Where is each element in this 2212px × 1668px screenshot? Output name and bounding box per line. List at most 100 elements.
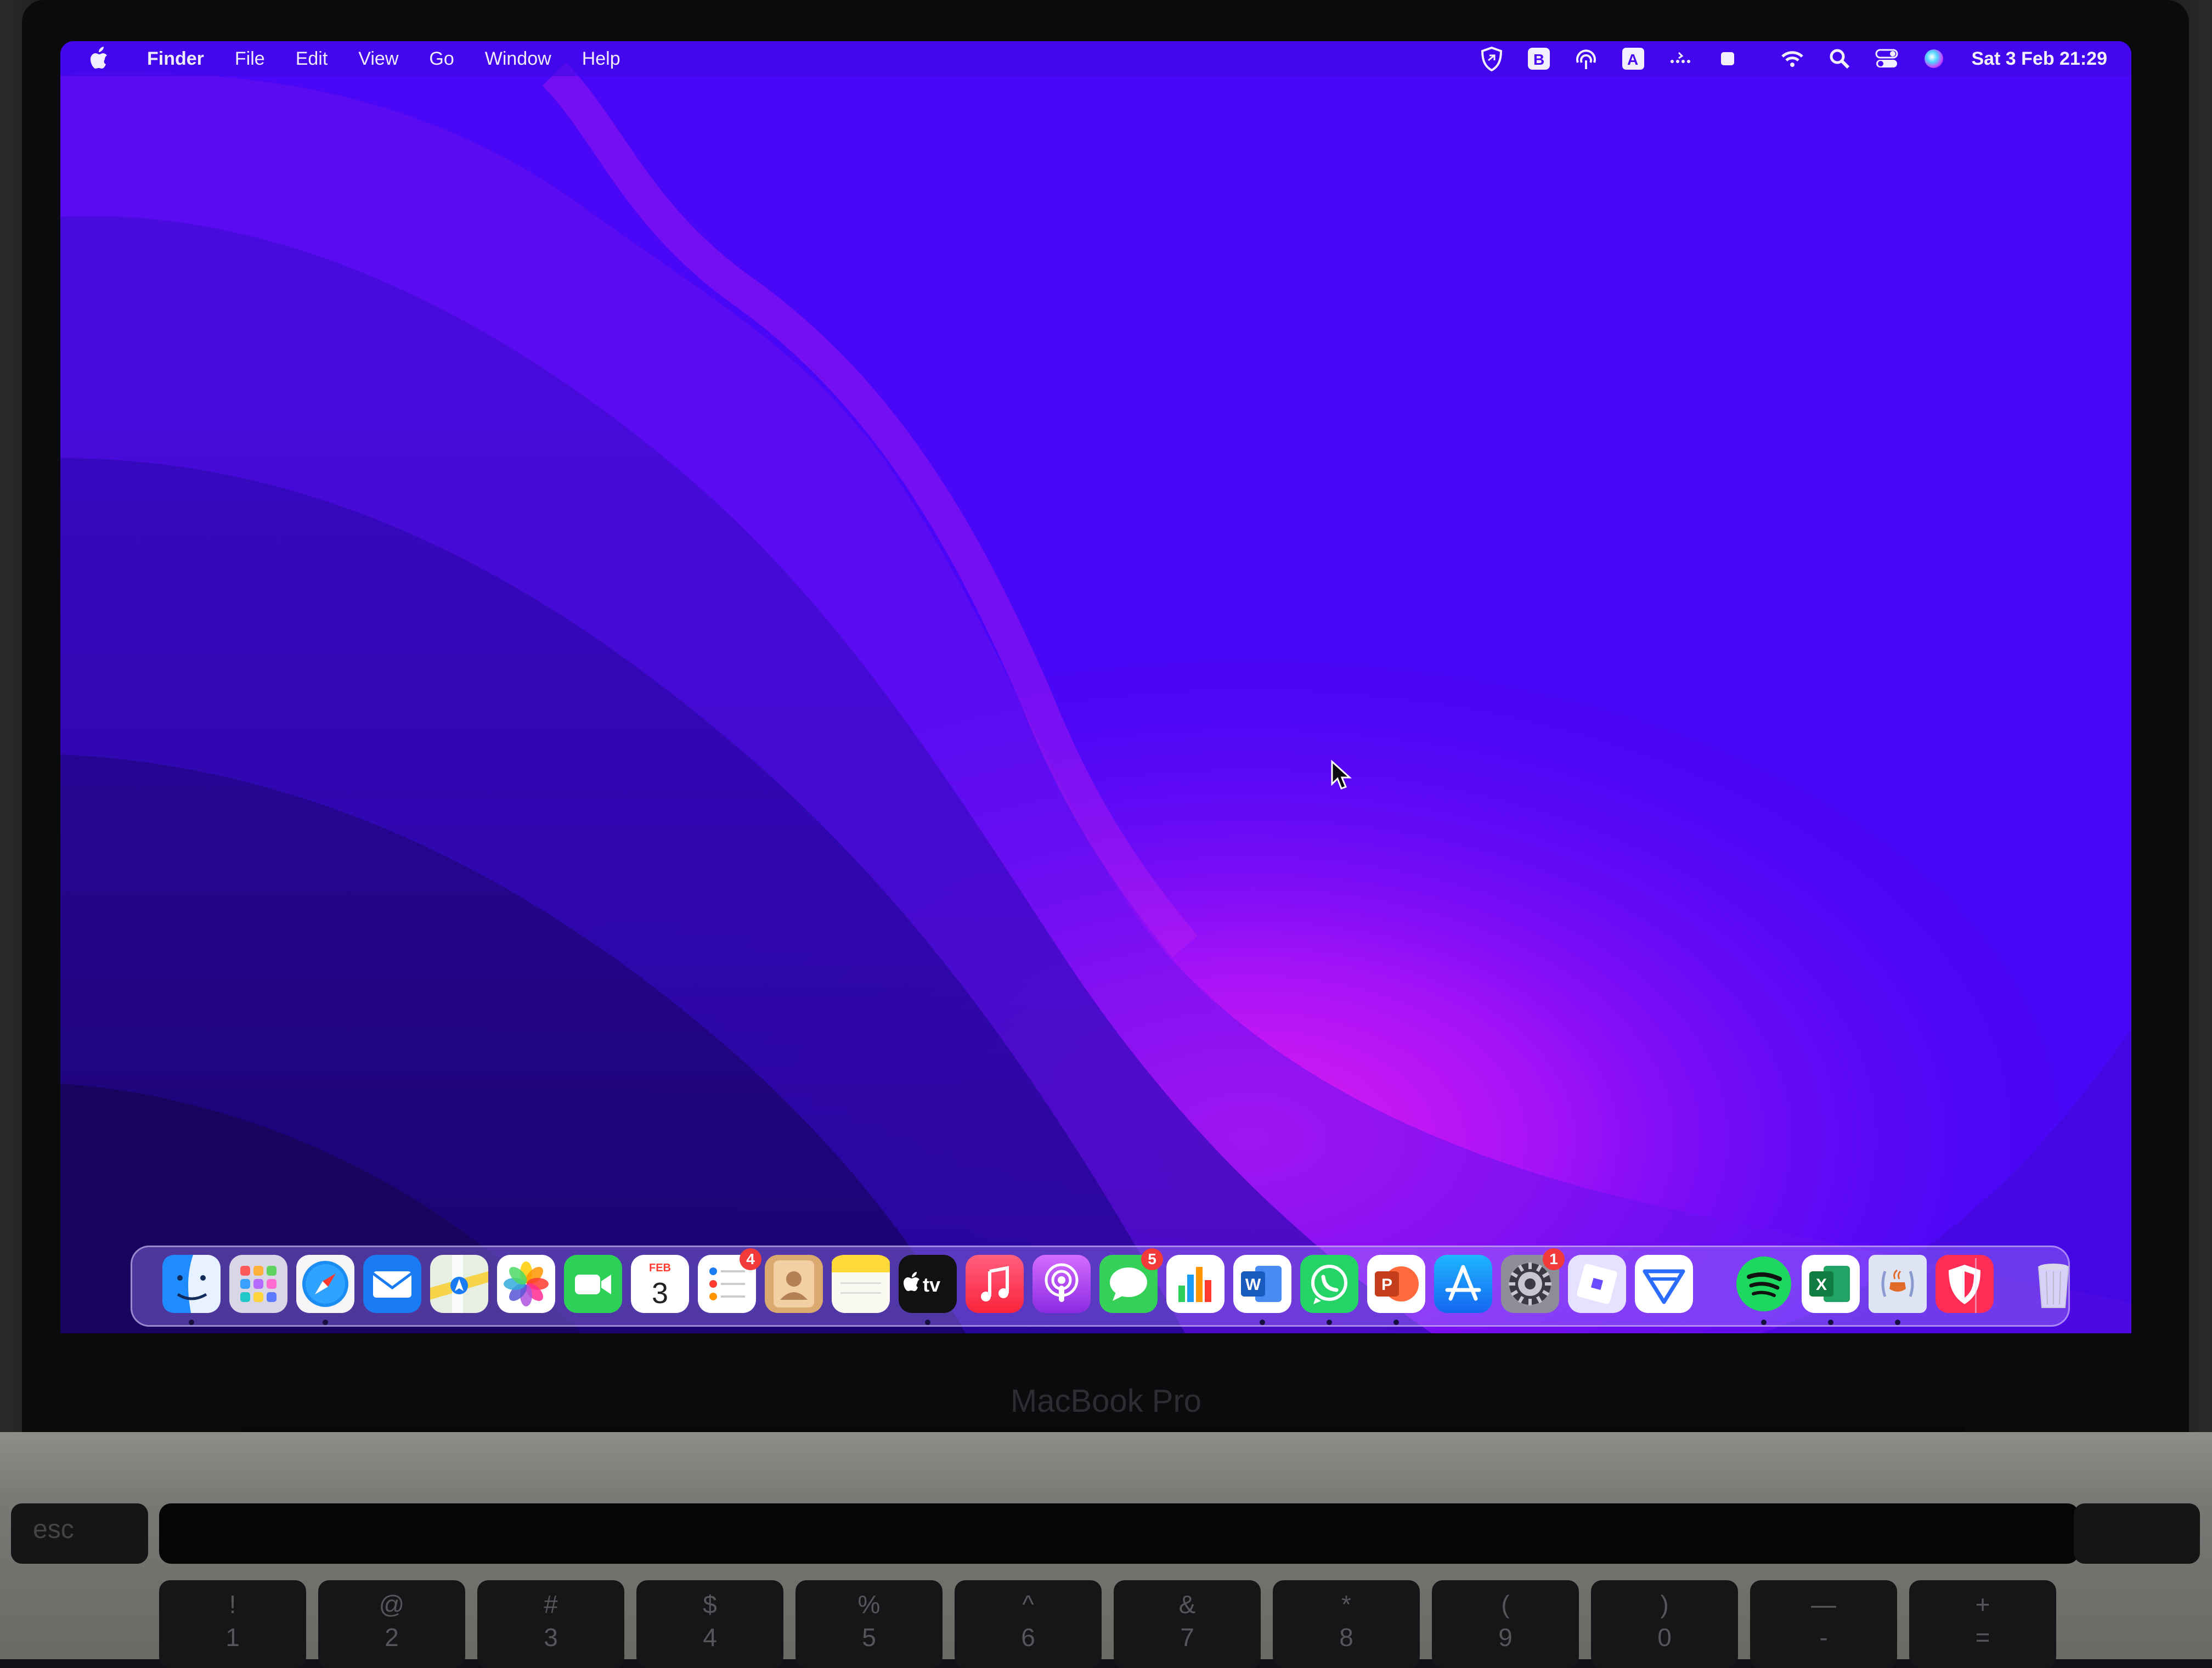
key-label: 0 xyxy=(1657,1623,1672,1652)
svg-text:FEB: FEB xyxy=(649,1262,671,1274)
key-9: (9 xyxy=(1432,1580,1579,1668)
key-label: 1 xyxy=(225,1623,240,1652)
esc-key: esc xyxy=(11,1503,148,1564)
notification-badge: 1 xyxy=(1543,1248,1565,1270)
bitwarden-icon[interactable]: B xyxy=(1526,46,1552,72)
running-indicator xyxy=(189,1320,194,1325)
notification-badge: 5 xyxy=(1141,1248,1163,1270)
wifi-icon[interactable] xyxy=(1779,46,1805,72)
siri-icon[interactable] xyxy=(1921,46,1947,72)
running-indicator xyxy=(1761,1320,1767,1325)
menu-edit[interactable]: Edit xyxy=(296,48,328,70)
word-icon[interactable]: W xyxy=(1233,1255,1291,1313)
bezel-label: MacBook Pro xyxy=(1010,1383,1202,1419)
key-3: #3 xyxy=(477,1580,624,1668)
music-icon[interactable] xyxy=(966,1255,1024,1313)
key-4: $4 xyxy=(636,1580,783,1668)
touch-id-key xyxy=(2074,1503,2200,1564)
facetime-icon[interactable] xyxy=(564,1255,622,1313)
podcasts-icon[interactable] xyxy=(1032,1255,1091,1313)
key-shift-label: — xyxy=(1811,1590,1836,1619)
key-label: 7 xyxy=(1180,1623,1194,1652)
contacts-icon[interactable] xyxy=(765,1255,823,1313)
touch-bar xyxy=(159,1503,2079,1564)
battery-stop-icon[interactable] xyxy=(1714,46,1741,72)
security-shield-icon[interactable] xyxy=(1936,1255,1994,1313)
key-7: & 7 xyxy=(1114,1580,1261,1668)
key-label: 6 xyxy=(1021,1623,1035,1652)
key-shift-label: ( xyxy=(1501,1590,1510,1619)
key-label: = xyxy=(1975,1623,1990,1652)
vpn-shield-icon[interactable] xyxy=(1479,46,1505,72)
key-shift-label: # xyxy=(544,1590,558,1619)
java-icon[interactable] xyxy=(1869,1255,1927,1313)
roblox-icon[interactable] xyxy=(1568,1255,1626,1313)
photos-icon[interactable] xyxy=(497,1255,555,1313)
dock-separator xyxy=(1975,1258,1977,1313)
running-indicator xyxy=(1393,1320,1399,1325)
reminders-icon[interactable]: 4 xyxy=(698,1248,761,1313)
key-shift-label: $ xyxy=(703,1590,717,1619)
key-1: ! 1 xyxy=(159,1580,306,1668)
key-2: @2 xyxy=(318,1580,465,1668)
monterey-wallpaper xyxy=(60,41,2131,1333)
key-label: - xyxy=(1819,1623,1828,1652)
key-shift-label: + xyxy=(1975,1590,1990,1619)
key-label: 2 xyxy=(385,1623,399,1652)
mail-icon[interactable] xyxy=(363,1255,421,1313)
spotify-icon[interactable] xyxy=(1735,1255,1793,1313)
key-shift-label: ^ xyxy=(1022,1590,1034,1619)
menu-go[interactable]: Go xyxy=(429,48,454,70)
menu-clock[interactable]: Sat 3 Feb 21:29 xyxy=(1971,48,2107,70)
apple-tv-icon[interactable]: tv xyxy=(899,1255,957,1313)
key-12: + = xyxy=(1909,1580,2056,1668)
key-label: 3 xyxy=(544,1623,558,1652)
surfshark-icon[interactable] xyxy=(1635,1255,1693,1313)
notification-badge: 4 xyxy=(740,1248,761,1270)
svg-text:W: W xyxy=(1245,1276,1261,1294)
system-settings-icon[interactable]: 1 xyxy=(1501,1248,1565,1313)
trash-icon[interactable] xyxy=(2024,1255,2083,1313)
number-key-row: ! 1 @2 #3 $4% 5 ^ 6 & 7 * 8(9) 0— - + = xyxy=(0,1580,2212,1668)
desktop-screen: Finder File Edit View Go Window Help B A xyxy=(60,41,2131,1333)
menu-view[interactable]: View xyxy=(358,48,398,70)
running-indicator xyxy=(925,1320,930,1325)
spotlight-search-icon[interactable] xyxy=(1826,46,1853,72)
svg-text:A: A xyxy=(1627,51,1638,68)
running-indicator xyxy=(1895,1320,1900,1325)
svg-text:X: X xyxy=(1816,1276,1827,1294)
key-11: — - xyxy=(1750,1580,1897,1668)
launchpad-icon[interactable] xyxy=(229,1255,287,1313)
menu-file[interactable]: File xyxy=(235,48,265,70)
airdrop-icon[interactable] xyxy=(1573,46,1599,72)
control-center-icon[interactable] xyxy=(1874,46,1900,72)
key-6: ^ 6 xyxy=(955,1580,1102,1668)
key-label: 4 xyxy=(703,1623,717,1652)
menu-help[interactable]: Help xyxy=(582,48,620,70)
numbers-icon[interactable] xyxy=(1166,1255,1224,1313)
calendar-icon[interactable]: FEB 3 xyxy=(631,1255,689,1313)
safari-icon[interactable] xyxy=(296,1255,354,1313)
svg-text:tv: tv xyxy=(923,1273,940,1296)
maps-icon[interactable] xyxy=(430,1255,488,1313)
finder-icon[interactable] xyxy=(162,1255,221,1313)
running-indicator xyxy=(1327,1320,1332,1325)
apple-logo-icon[interactable] xyxy=(88,46,109,71)
key-shift-label: @ xyxy=(379,1590,405,1619)
menu-app-finder[interactable]: Finder xyxy=(147,48,204,70)
excel-icon[interactable]: X xyxy=(1802,1255,1860,1313)
whatsapp-icon[interactable] xyxy=(1300,1255,1358,1313)
key-5: % 5 xyxy=(795,1580,943,1668)
running-indicator xyxy=(323,1320,328,1325)
notes-icon[interactable] xyxy=(832,1255,890,1313)
menu-bar: Finder File Edit View Go Window Help B A xyxy=(60,41,2131,76)
running-indicator xyxy=(1828,1320,1833,1325)
powerpoint-icon[interactable]: P xyxy=(1367,1255,1425,1313)
menu-window[interactable]: Window xyxy=(485,48,551,70)
input-source-icon[interactable]: A xyxy=(1620,46,1646,72)
bluetooth-dots-icon[interactable] xyxy=(1667,46,1694,72)
app-store-icon[interactable] xyxy=(1434,1255,1492,1313)
running-indicator xyxy=(1260,1320,1265,1325)
key-8: * 8 xyxy=(1273,1580,1420,1668)
messages-icon[interactable]: 5 xyxy=(1099,1248,1163,1313)
